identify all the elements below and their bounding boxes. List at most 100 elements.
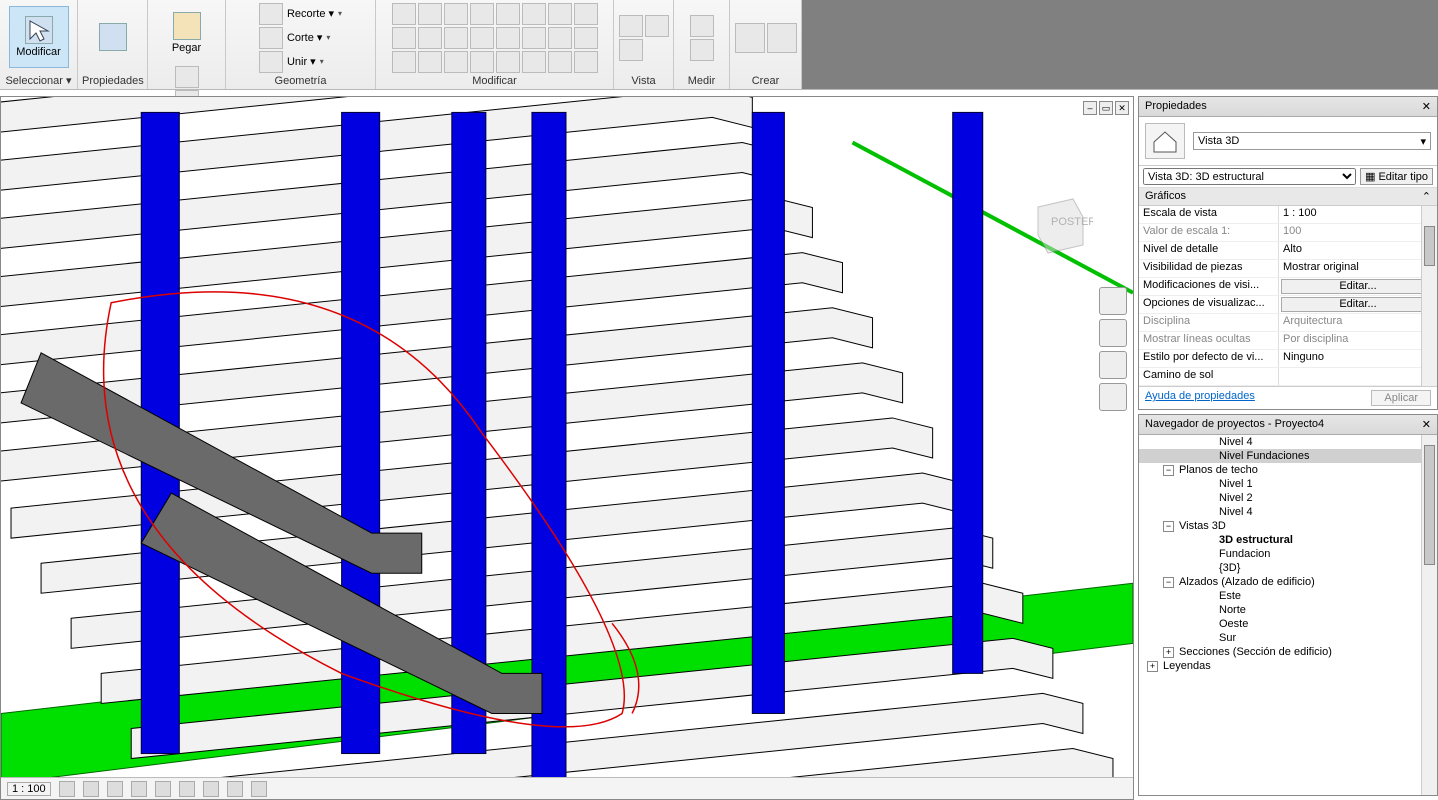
tool[interactable] [392, 3, 416, 25]
apply-button[interactable]: Aplicar [1371, 390, 1431, 406]
properties-scrollbar[interactable] [1421, 206, 1437, 386]
prop-value[interactable]: Por disciplina [1279, 332, 1437, 349]
tool[interactable] [444, 3, 468, 25]
properties-button[interactable] [83, 7, 143, 69]
prop-row[interactable]: Estilo por defecto de vi...Ninguno [1139, 350, 1437, 368]
tool[interactable] [470, 51, 494, 73]
tree-item[interactable]: Nivel 4 [1139, 435, 1437, 449]
create-tool[interactable] [735, 23, 765, 53]
lock-icon[interactable] [203, 781, 219, 797]
sun-path-icon[interactable] [107, 781, 123, 797]
tool[interactable] [418, 3, 442, 25]
visual-style-icon[interactable] [83, 781, 99, 797]
prop-value[interactable]: 100 [1279, 224, 1437, 241]
tree-expand-icon[interactable]: + [1163, 647, 1174, 658]
shadows-icon[interactable] [131, 781, 147, 797]
tool[interactable] [496, 51, 520, 73]
project-browser-close-icon[interactable]: ✕ [1422, 418, 1431, 431]
viewport-3d[interactable]: – ▭ ✕ [0, 96, 1134, 800]
modify-tool[interactable]: Modificar [9, 6, 69, 68]
copy-button[interactable] [175, 66, 199, 88]
prop-edit-button[interactable]: Editar... [1281, 279, 1435, 294]
view-scale[interactable]: 1 : 100 [7, 782, 51, 796]
tree-expand-icon[interactable]: − [1163, 577, 1174, 588]
prop-value[interactable]: Alto [1279, 242, 1437, 259]
tree-item[interactable]: Sur [1139, 631, 1437, 645]
tree-item[interactable]: +Secciones (Sección de edificio) [1139, 645, 1437, 659]
tree-item[interactable]: Fundacion [1139, 547, 1437, 561]
prop-row[interactable]: DisciplinaArquitectura [1139, 314, 1437, 332]
tree-item[interactable]: −Planos de techo [1139, 463, 1437, 477]
tool[interactable] [522, 3, 546, 25]
tool[interactable] [522, 51, 546, 73]
tool[interactable] [392, 51, 416, 73]
tree-expand-icon[interactable]: − [1163, 521, 1174, 532]
prop-value[interactable]: 1 : 100 [1279, 206, 1437, 223]
tree-item[interactable]: Norte [1139, 603, 1437, 617]
tool[interactable] [444, 51, 468, 73]
properties-help-link[interactable]: Ayuda de propiedades [1145, 390, 1255, 406]
tool[interactable] [496, 27, 520, 49]
tool[interactable] [574, 51, 598, 73]
tool[interactable] [548, 51, 572, 73]
prop-group-graphics[interactable]: Gráficos⌃ [1139, 188, 1437, 206]
detail-level-icon[interactable] [59, 781, 75, 797]
edit-type-button[interactable]: ▦ Editar tipo [1360, 168, 1433, 185]
prop-row[interactable]: Mostrar líneas ocultasPor disciplina [1139, 332, 1437, 350]
crop-icon[interactable] [155, 781, 171, 797]
nav-bar[interactable] [1099, 287, 1127, 411]
tool[interactable] [522, 27, 546, 49]
tree-item[interactable]: Nivel 1 [1139, 477, 1437, 491]
prop-row[interactable]: Modificaciones de visi...Editar... [1139, 278, 1437, 296]
prop-row[interactable]: Camino de sol [1139, 368, 1437, 386]
tool[interactable] [496, 3, 520, 25]
prop-row[interactable]: Opciones de visualizac...Editar... [1139, 296, 1437, 314]
tree-item[interactable]: −Alzados (Alzado de edificio) [1139, 575, 1437, 589]
tree-item[interactable]: Nivel 4 [1139, 505, 1437, 519]
tree-expand-icon[interactable]: − [1163, 465, 1174, 476]
tool[interactable] [444, 27, 468, 49]
prop-row[interactable]: Nivel de detalleAlto [1139, 242, 1437, 260]
crop-region-icon[interactable] [179, 781, 195, 797]
view-restore-icon[interactable]: ▭ [1099, 101, 1113, 115]
reveal-icon[interactable] [251, 781, 267, 797]
tool[interactable] [418, 27, 442, 49]
cut-dropdown[interactable]: Corte ▾ [255, 27, 335, 49]
prop-row[interactable]: Valor de escala 1:100 [1139, 224, 1437, 242]
tool[interactable] [470, 27, 494, 49]
prop-value[interactable]: Ninguno [1279, 350, 1437, 367]
measure-tool[interactable] [690, 15, 714, 37]
tree-item[interactable]: 3D estructural [1139, 533, 1437, 547]
prop-row[interactable]: Escala de vista1 : 100 [1139, 206, 1437, 224]
prop-value[interactable] [1279, 368, 1437, 385]
view-close-icon[interactable]: ✕ [1115, 101, 1129, 115]
tool[interactable] [574, 27, 598, 49]
view-tool[interactable] [619, 39, 643, 61]
create-tool[interactable] [767, 23, 797, 53]
properties-close-icon[interactable]: ✕ [1422, 100, 1431, 113]
tree-item[interactable]: Este [1139, 589, 1437, 603]
tree-expand-icon[interactable]: + [1147, 661, 1158, 672]
measure-tool[interactable] [690, 39, 714, 61]
type-selector[interactable]: Vista 3D [1193, 132, 1431, 150]
instance-selector[interactable]: Vista 3D: 3D estructural [1143, 168, 1356, 185]
tool[interactable] [418, 51, 442, 73]
tree-item[interactable]: {3D} [1139, 561, 1437, 575]
tool[interactable] [392, 27, 416, 49]
prop-row[interactable]: Visibilidad de piezasMostrar original [1139, 260, 1437, 278]
tool[interactable] [574, 3, 598, 25]
tree-item[interactable]: −Vistas 3D [1139, 519, 1437, 533]
tree-item[interactable]: Oeste [1139, 617, 1437, 631]
view-tool[interactable] [619, 15, 643, 37]
cope-dropdown[interactable]: Recorte ▾ [255, 3, 346, 25]
view-cube[interactable]: POSTERIOR [1023, 187, 1093, 257]
join-dropdown[interactable]: Unir ▾ [255, 51, 328, 73]
tree-item[interactable]: +Leyendas [1139, 659, 1437, 673]
nav-home-icon[interactable] [1099, 287, 1127, 315]
prop-edit-button[interactable]: Editar... [1281, 297, 1435, 312]
prop-value[interactable]: Arquitectura [1279, 314, 1437, 331]
view-minimize-icon[interactable]: – [1083, 101, 1097, 115]
nav-wheel-icon[interactable] [1099, 319, 1127, 347]
paste-button[interactable]: Pegar [157, 2, 217, 64]
tool[interactable] [548, 27, 572, 49]
